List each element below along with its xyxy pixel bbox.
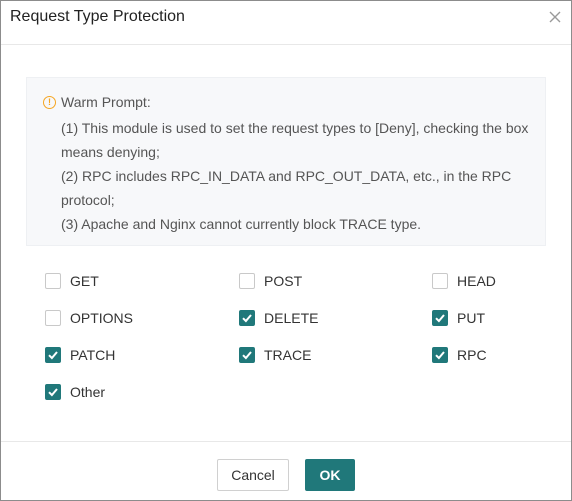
option-rpc[interactable]: RPC	[432, 347, 487, 363]
checkbox[interactable]	[432, 310, 448, 326]
option-put[interactable]: PUT	[432, 310, 485, 326]
checkbox[interactable]	[45, 273, 61, 289]
close-icon[interactable]	[547, 9, 563, 25]
warm-prompt-box: ! Warm Prompt: (1) This module is used t…	[26, 77, 546, 246]
option-label: PATCH	[70, 347, 116, 363]
option-label: TRACE	[264, 347, 312, 363]
option-patch[interactable]: PATCH	[45, 347, 115, 363]
option-trace[interactable]: TRACE	[239, 347, 311, 363]
checkbox[interactable]	[432, 347, 448, 363]
option-post[interactable]: POST	[239, 273, 302, 289]
dialog-title: Request Type Protection	[10, 8, 185, 25]
option-label: Other	[70, 384, 106, 400]
option-label: PUT	[457, 310, 485, 326]
option-delete[interactable]: DELETE	[239, 310, 318, 326]
prompt-heading-text: Warm Prompt:	[61, 94, 151, 110]
checkbox[interactable]	[45, 347, 61, 363]
dialog-header: Request Type Protection	[1, 1, 571, 45]
option-get[interactable]: GET	[45, 273, 99, 289]
prompt-heading: ! Warm Prompt:	[43, 94, 151, 110]
checkbox[interactable]	[45, 310, 61, 326]
cancel-button[interactable]: Cancel	[217, 459, 289, 491]
dialog-footer: Cancel OK	[1, 441, 571, 501]
request-type-dialog: Request Type Protection ! Warm Prompt: (…	[0, 0, 572, 501]
checkbox[interactable]	[432, 273, 448, 289]
prompt-lines: (1) This module is used to set the reque…	[61, 116, 531, 236]
checkbox[interactable]	[45, 384, 61, 400]
option-label: HEAD	[457, 273, 496, 289]
option-head[interactable]: HEAD	[432, 273, 496, 289]
prompt-line: (3) Apache and Nginx cannot currently bl…	[61, 216, 422, 232]
checkbox[interactable]	[239, 273, 255, 289]
checkbox[interactable]	[239, 310, 255, 326]
option-label: DELETE	[264, 310, 319, 326]
option-label: OPTIONS	[70, 310, 134, 326]
option-other[interactable]: Other	[45, 384, 105, 400]
option-label: GET	[70, 273, 99, 289]
ok-button[interactable]: OK	[305, 459, 355, 491]
option-label: RPC	[457, 347, 487, 363]
warning-circle-icon: !	[43, 95, 56, 109]
prompt-line: (1) This module is used to set the reque…	[61, 120, 529, 160]
prompt-line: (2) RPC includes RPC_IN_DATA and RPC_OUT…	[61, 168, 512, 208]
option-label: POST	[264, 273, 303, 289]
checkbox[interactable]	[239, 347, 255, 363]
option-options[interactable]: OPTIONS	[45, 310, 133, 326]
